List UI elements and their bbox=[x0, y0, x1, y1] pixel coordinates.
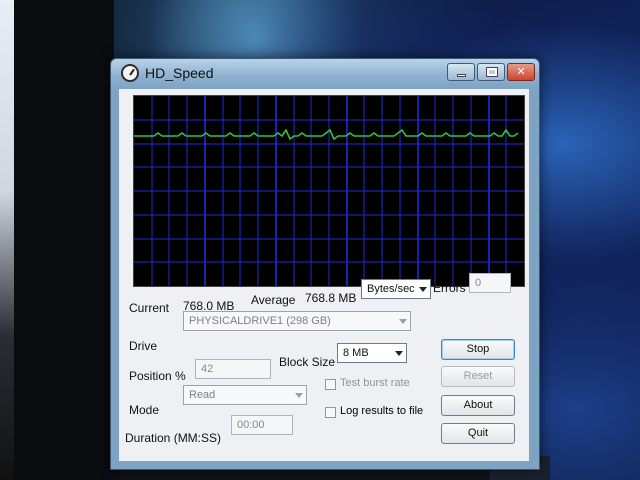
mode-select[interactable]: Read bbox=[183, 385, 307, 405]
window-client-area: Current 768.0 MB Average 768.8 MB Bytes/… bbox=[119, 89, 529, 461]
hd-speed-window: HD_Speed ✕ Current 768.0 MB Average 768.… bbox=[110, 58, 540, 470]
log-results-label: Log results to file bbox=[340, 405, 424, 417]
mode-select-value: Read bbox=[189, 389, 216, 401]
monitor-bezel bbox=[14, 0, 114, 480]
chevron-down-icon bbox=[399, 319, 407, 324]
quit-button[interactable]: Quit bbox=[441, 423, 515, 444]
speed-graph bbox=[133, 95, 525, 287]
unit-select-value: Bytes/sec bbox=[367, 283, 415, 295]
drive-select-value: PHYSICALDRIVE1 (298 GB) bbox=[189, 315, 331, 327]
errors-field[interactable]: 0 bbox=[469, 273, 511, 293]
unit-select[interactable]: Bytes/sec bbox=[361, 279, 431, 299]
block-size-select-value: 8 MB bbox=[343, 347, 369, 359]
reset-button[interactable]: Reset bbox=[441, 366, 515, 387]
chevron-down-icon bbox=[395, 351, 403, 356]
chevron-down-icon bbox=[419, 287, 427, 292]
duration-field[interactable]: 00:00 bbox=[231, 415, 293, 435]
close-button[interactable]: ✕ bbox=[507, 63, 535, 81]
average-label: Average bbox=[251, 293, 296, 307]
about-button[interactable]: About bbox=[441, 395, 515, 416]
errors-label: Errors bbox=[433, 281, 466, 295]
minimize-button[interactable] bbox=[447, 63, 475, 81]
mode-label: Mode bbox=[129, 403, 160, 417]
position-label: Position % bbox=[129, 369, 186, 383]
test-burst-checkbox[interactable] bbox=[325, 379, 336, 390]
gauge-icon bbox=[121, 64, 139, 82]
current-label: Current bbox=[129, 301, 170, 315]
log-results-checkbox[interactable] bbox=[325, 407, 336, 418]
average-value: 768.8 MB bbox=[305, 291, 357, 305]
maximize-button[interactable] bbox=[477, 63, 505, 81]
position-field[interactable]: 42 bbox=[195, 359, 271, 379]
duration-label: Duration (MM:SS) bbox=[125, 431, 222, 445]
drive-select[interactable]: PHYSICALDRIVE1 (298 GB) bbox=[183, 311, 411, 331]
test-burst-label: Test burst rate bbox=[340, 377, 410, 389]
chevron-down-icon bbox=[295, 393, 303, 398]
drive-label: Drive bbox=[129, 339, 158, 353]
close-icon: ✕ bbox=[516, 66, 526, 78]
title-bar[interactable]: HD_Speed ✕ bbox=[111, 59, 539, 89]
block-size-label: Block Size bbox=[279, 355, 336, 369]
stop-button[interactable]: Stop bbox=[441, 339, 515, 360]
block-size-select[interactable]: 8 MB bbox=[337, 343, 407, 363]
window-title: HD_Speed bbox=[145, 65, 214, 81]
speed-graph-canvas bbox=[134, 96, 524, 286]
